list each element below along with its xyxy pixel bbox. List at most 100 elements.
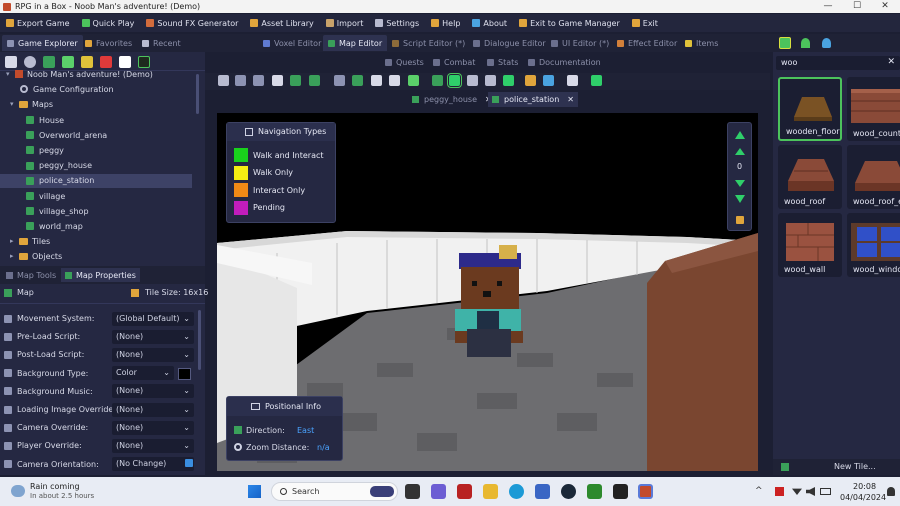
tab-map-tools[interactable]: Map Tools [2,268,60,282]
menu-item-sound-fx-generator[interactable]: Sound FX Generator [140,14,244,32]
property-dropdown[interactable]: (No Change)⌄ [112,457,194,472]
new-tile-bar[interactable]: New Tile... [773,459,900,475]
task-view-icon[interactable] [405,484,420,499]
toolbar-tool-icon[interactable] [543,75,554,86]
trees-tab-icon[interactable] [801,38,810,48]
menu-item-exit-to-game-manager[interactable]: Exit to Game Manager [513,14,626,32]
close-tab-icon[interactable]: ✕ [567,95,574,104]
bg-color-swatch[interactable] [178,368,191,380]
xbox-icon[interactable] [587,484,602,499]
toolbar-tool-icon[interactable] [503,75,514,86]
property-dropdown[interactable]: (None) ⌄ [112,420,194,435]
tile-thumbnail[interactable]: wood_windo [847,213,900,277]
maptab-police-station[interactable]: police_station ✕ [488,92,578,107]
tab-game-explorer[interactable]: Game Explorer [2,35,83,51]
nav-type-row[interactable]: Walk and Interact [234,148,324,162]
start-icon[interactable] [248,485,261,498]
tab-favorites[interactable]: Favorites [80,35,137,51]
tiles-tab-icon[interactable] [779,37,791,49]
toolbar-tool-icon[interactable] [352,75,363,86]
minimize-button[interactable]: — [814,0,842,13]
teams-icon[interactable] [431,484,446,499]
search-input[interactable]: woo [781,58,797,67]
wifi-icon[interactable] [792,488,802,495]
tab-combat[interactable]: Combat [428,54,480,70]
taskbar-search-input[interactable]: Search [292,487,319,496]
menu-item-import[interactable]: Import [320,14,370,32]
tile-thumbnail[interactable]: wood_count [847,77,900,141]
map-viewport[interactable]: Navigation Types Walk and Interact Walk O… [217,113,758,471]
maximize-button[interactable]: ☐ [843,0,871,13]
toolbar-tool-icon[interactable] [447,73,462,88]
menu-item-exit[interactable]: Exit [626,14,664,32]
tile-thumbnail[interactable]: wooden_floor [778,77,842,141]
weather-icon[interactable] [11,485,25,497]
camera-bottom-icon[interactable] [735,195,745,203]
property-dropdown[interactable]: (None) ⌄ [112,329,194,344]
property-dropdown[interactable]: (None) ⌄ [112,347,194,362]
tree-map-item[interactable]: peggy [0,143,192,157]
toolbar-tool-icon[interactable] [485,75,496,86]
toolbar-tool-icon[interactable] [432,75,443,86]
toolbar-tool-icon[interactable] [408,75,419,86]
menu-item-quick-play[interactable]: Quick Play [76,14,141,32]
tile-thumbnail[interactable]: wood_roof [778,145,842,209]
terminal-icon[interactable] [613,484,628,499]
tray-chevron-icon[interactable]: ^ [755,486,763,496]
toolbar-tool-icon[interactable] [591,75,602,86]
tree-map-item[interactable]: village_shop [0,204,192,218]
tab-items[interactable]: Items [680,35,723,51]
info-icon[interactable] [185,459,193,467]
camera-down-icon[interactable] [735,180,745,187]
menu-item-asset-library[interactable]: Asset Library [244,14,319,32]
file-explorer-icon[interactable] [483,484,498,499]
tree-map-item[interactable]: Overworld_arena [0,128,192,142]
tab-effect-editor[interactable]: Effect Editor [612,35,682,51]
toolbar-tool-icon[interactable] [272,75,283,86]
toolbar-tool-icon[interactable] [235,75,246,86]
tab-map-properties[interactable]: Map Properties [61,268,140,282]
tab-recent[interactable]: Recent [137,35,186,51]
toolbar-tool-icon[interactable] [334,75,345,86]
nav-type-row[interactable]: Walk Only [234,165,293,180]
new-tile-button[interactable]: New Tile... [834,462,876,471]
tab-ui-editor[interactable]: UI Editor (*) [546,35,614,51]
tree-map-item[interactable]: village [0,189,192,203]
clear-search-icon[interactable]: ✕ [887,57,895,67]
volume-icon[interactable] [806,487,815,496]
props-scrollbar[interactable] [198,310,201,370]
camera-up-icon[interactable] [735,148,745,155]
tile-thumbnail[interactable]: wood_wall [778,213,842,277]
maptab-peggy-house[interactable]: peggy_house✕ [408,92,496,107]
weather-title[interactable]: Rain coming [30,482,80,491]
tree-map-item[interactable]: police_station [0,173,192,188]
tree-folder-maps[interactable]: ▾ Maps [0,97,192,111]
edge-icon[interactable] [509,484,524,499]
menu-item-settings[interactable]: Settings [369,14,425,32]
store-icon[interactable] [535,484,550,499]
notification-icon[interactable] [887,487,895,496]
search-box[interactable]: woo ✕ [776,56,900,70]
tree-game-configuration[interactable]: Game Configuration [0,82,192,96]
toolbar-tool-icon[interactable] [467,75,478,86]
toolbar-tool-icon[interactable] [309,75,320,86]
tab-voxel-editor[interactable]: Voxel Editor [258,35,326,51]
tab-documentation[interactable]: Documentation [523,54,606,70]
battery-icon[interactable] [820,488,831,495]
tree-map-item[interactable]: world_map [0,219,192,233]
tab-stats[interactable]: Stats [482,54,523,70]
tree-scrollbar[interactable] [196,74,199,114]
toolbar-tool-icon[interactable] [567,75,578,86]
tab-dialogue-editor[interactable]: Dialogue Editor [468,35,551,51]
property-dropdown[interactable]: (Global Default) ⌄ [112,311,194,326]
close-window-button[interactable]: ✕ [871,0,899,13]
toolbar-tool-icon[interactable] [371,75,382,86]
tab-map-editor[interactable]: Map Editor [323,35,388,51]
clock-date[interactable]: 04/04/2024 [840,493,886,502]
nav-type-row[interactable]: Interact Only [234,183,305,197]
toolbar-tool-icon[interactable] [525,75,536,86]
property-dropdown[interactable]: Color ⌄ [112,366,174,381]
menu-item-help[interactable]: Help [425,14,466,32]
characters-tab-icon[interactable] [822,38,831,48]
tree-map-item[interactable]: peggy_house [0,159,192,173]
